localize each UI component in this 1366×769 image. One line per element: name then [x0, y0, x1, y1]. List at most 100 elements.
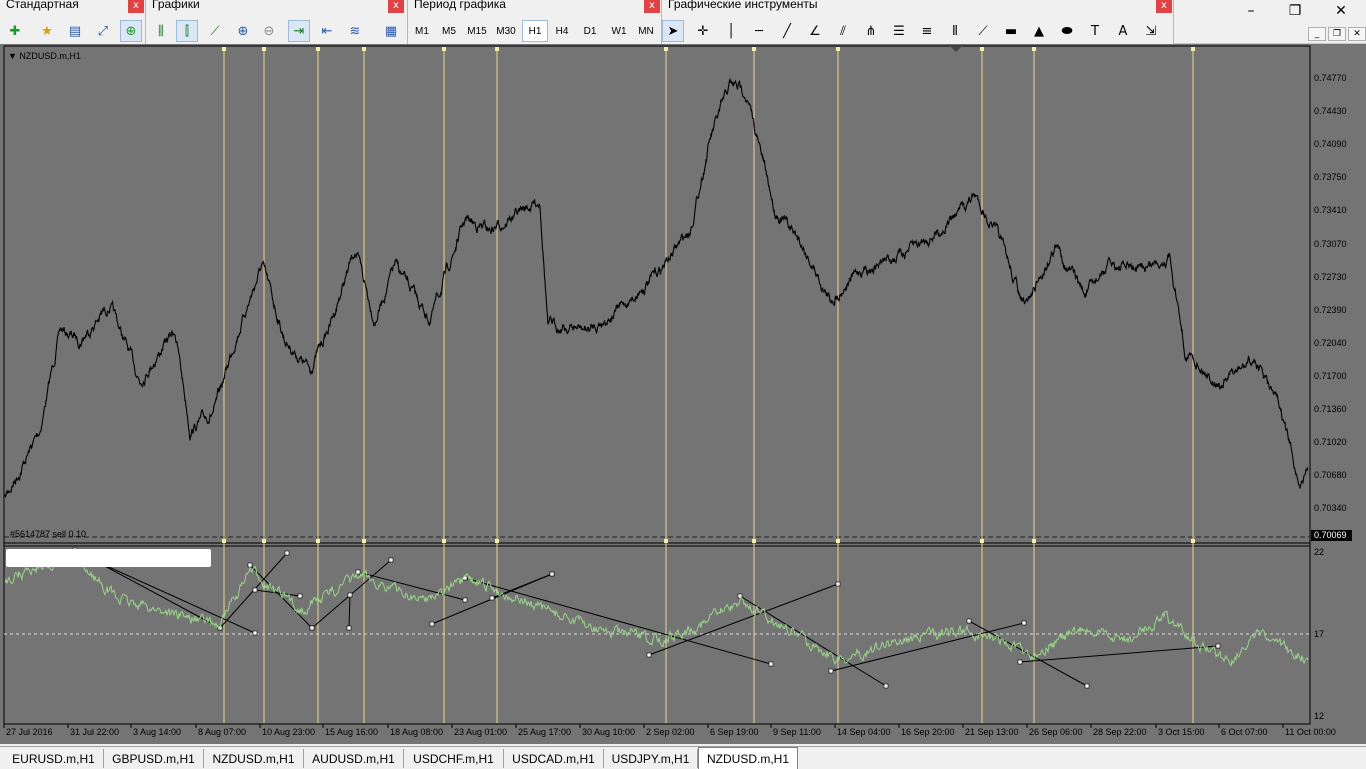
indicator-trendline[interactable]	[249, 564, 313, 629]
time-tick-label: 23 Aug 01:00	[454, 727, 508, 737]
time-tick-label: 10 Aug 23:00	[262, 727, 316, 737]
trendline-handle[interactable]	[883, 683, 889, 689]
chart-frame	[3, 45, 1311, 725]
vertical-line-handle[interactable]	[222, 539, 226, 543]
current-price-tag: 0.70069	[1311, 530, 1352, 541]
vertical-line-handle[interactable]	[316, 47, 320, 51]
price-tick-label: 0.74430	[1314, 106, 1347, 117]
trendline-handle[interactable]	[297, 593, 303, 599]
shift-marker-icon[interactable]	[950, 46, 962, 52]
trendline-handle[interactable]	[828, 668, 834, 674]
price-tick-label: 0.73410	[1314, 205, 1347, 216]
indicator-tick-label: 22	[1314, 547, 1325, 557]
time-tick-label: 15 Aug 16:00	[325, 727, 379, 737]
vertical-line-handle[interactable]	[495, 47, 499, 51]
vertical-line-handle[interactable]	[1032, 539, 1036, 543]
time-tick-label: 18 Aug 08:00	[390, 727, 444, 737]
vertical-line-handle[interactable]	[1191, 47, 1195, 51]
tab-usdchf[interactable]: USDCHF.m,H1	[404, 749, 504, 768]
price-tick-label: 0.74770	[1314, 73, 1347, 83]
indicator-tick-label: 12	[1314, 711, 1325, 721]
chart-tabs: EURUSD.m,H1 GBPUSD.m,H1 NZDUSD.m,H1 AUDU…	[0, 746, 1366, 769]
time-tick-label: 31 Jul 22:00	[70, 727, 120, 737]
vertical-line-handle[interactable]	[752, 539, 756, 543]
price-tick-label: 0.70680	[1314, 470, 1347, 481]
vertical-line-handle[interactable]	[980, 47, 984, 51]
time-tick-label: 9 Sep 11:00	[773, 727, 821, 737]
tab-usdcad[interactable]: USDCAD.m,H1	[504, 749, 604, 768]
trendline-handle[interactable]	[489, 595, 495, 601]
trendline-handle[interactable]	[1017, 659, 1023, 665]
trendline-handle[interactable]	[462, 597, 468, 603]
order-label: #5614787 sell 0.10	[10, 529, 87, 539]
time-tick-label: 26 Sep 06:00	[1029, 727, 1083, 737]
vertical-line-handle[interactable]	[262, 47, 266, 51]
trendline-handle[interactable]	[1215, 643, 1221, 649]
vertical-line-handle[interactable]	[316, 539, 320, 543]
trendline-handle[interactable]	[549, 571, 555, 577]
indicator-label-mask	[6, 549, 211, 567]
vertical-line-handle[interactable]	[752, 47, 756, 51]
time-tick-label: 16 Sep 20:00	[901, 727, 955, 737]
price-tick-label: 0.70340	[1314, 503, 1347, 514]
trendline-handle[interactable]	[309, 625, 315, 631]
time-tick-label: 25 Aug 17:00	[518, 727, 572, 737]
vertical-line-handle[interactable]	[362, 539, 366, 543]
indicator-trendline[interactable]	[648, 583, 839, 656]
trendline-handle[interactable]	[347, 592, 353, 598]
tab-nzdusd-active[interactable]: NZDUSD.m,H1	[698, 747, 798, 769]
price-tick-label: 0.71700	[1314, 370, 1347, 381]
price-tick-label: 0.72040	[1314, 337, 1347, 348]
tab-audusd[interactable]: AUDUSD.m,H1	[304, 749, 404, 768]
trendline-handle[interactable]	[355, 569, 361, 575]
vertical-lines-group[interactable]	[222, 47, 1195, 723]
time-tick-label: 2 Sep 02:00	[646, 727, 695, 737]
trendline-handle[interactable]	[429, 621, 435, 627]
price-tick-label: 0.74090	[1314, 139, 1347, 150]
vertical-line-handle[interactable]	[980, 539, 984, 543]
trendline-handle[interactable]	[1084, 683, 1090, 689]
indicator-trendline[interactable]	[1019, 645, 1219, 663]
time-tick-label: 6 Sep 19:00	[710, 727, 759, 737]
vertical-line-handle[interactable]	[222, 47, 226, 51]
vertical-line-handle[interactable]	[362, 47, 366, 51]
vertical-line-handle[interactable]	[1191, 539, 1195, 543]
time-tick-label: 30 Aug 10:00	[582, 727, 636, 737]
trendline-handle[interactable]	[252, 587, 258, 593]
trendline-handle[interactable]	[252, 630, 258, 636]
trendline-handle[interactable]	[1021, 620, 1027, 626]
time-tick-label: 3 Aug 14:00	[133, 727, 182, 737]
trendline-handle[interactable]	[966, 618, 972, 624]
time-tick-label: 6 Oct 07:00	[1221, 727, 1268, 737]
price-series	[4, 77, 1309, 498]
time-tick-label: 8 Aug 07:00	[198, 727, 247, 737]
tab-nzdusd[interactable]: NZDUSD.m,H1	[204, 749, 304, 768]
trendline-handle[interactable]	[284, 550, 290, 556]
price-tick-label: 0.72390	[1314, 304, 1347, 315]
vertical-line-handle[interactable]	[495, 539, 499, 543]
vertical-line-handle[interactable]	[1032, 47, 1036, 51]
chart-canvas[interactable]	[0, 0, 1366, 746]
indicator-series	[4, 551, 1309, 667]
chart-symbol: NZDUSD.m,H1	[19, 51, 81, 61]
price-tick-label: 0.72730	[1314, 271, 1347, 282]
trendline-handle[interactable]	[388, 557, 394, 563]
trendline-handle[interactable]	[646, 652, 652, 658]
price-tick-label: 0.73750	[1314, 172, 1347, 183]
indicator-trendline[interactable]	[348, 594, 351, 629]
time-tick-label: 27 Jul 2016	[6, 727, 53, 737]
tab-gbpusd[interactable]: GBPUSD.m,H1	[104, 749, 204, 768]
trendline-handle[interactable]	[346, 625, 352, 631]
vertical-line-handle[interactable]	[442, 47, 446, 51]
trendline-handle[interactable]	[835, 581, 841, 587]
tab-usdjpy[interactable]: USDJPY.m,H1	[604, 749, 698, 768]
vertical-line-handle[interactable]	[442, 539, 446, 543]
vertical-line-handle[interactable]	[262, 539, 266, 543]
indicator-trendlines-group[interactable]	[72, 547, 1221, 689]
vertical-line-handle[interactable]	[836, 539, 840, 543]
vertical-line-handle[interactable]	[836, 47, 840, 51]
tab-eurusd[interactable]: EURUSD.m,H1	[4, 749, 104, 768]
trendline-handle[interactable]	[768, 661, 774, 667]
vertical-line-handle[interactable]	[664, 47, 668, 51]
vertical-line-handle[interactable]	[664, 539, 668, 543]
